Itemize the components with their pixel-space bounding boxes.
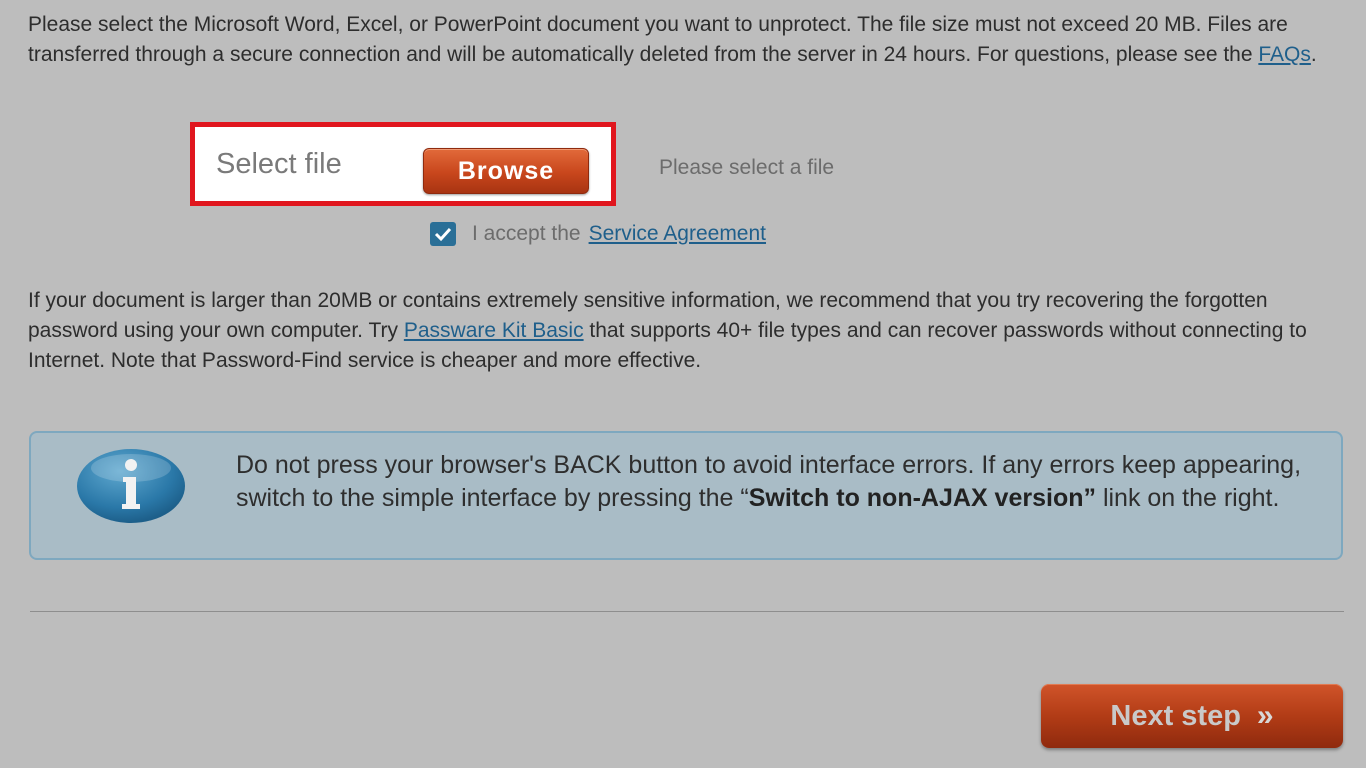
non-ajax-version-emphasis: Switch to non-AJAX version” [748,484,1096,512]
intro-text: Please select the Microsoft Word, Excel,… [28,13,1288,66]
accept-checkbox[interactable] [430,222,456,246]
section-divider [30,611,1344,612]
faqs-link[interactable]: FAQs [1258,43,1311,66]
double-chevron-right-icon: » [1256,699,1274,732]
info-text-end: link on the right. [1096,484,1280,512]
checkmark-icon [434,227,452,242]
next-step-button[interactable]: Next step » [1041,684,1343,748]
intro-paragraph: Please select the Microsoft Word, Excel,… [28,10,1328,70]
accept-text: I accept the [472,222,581,245]
agreement-row: I accept the Service Agreement [430,222,766,246]
browse-button[interactable]: Browse [423,148,589,194]
next-step-label: Next step [1110,699,1241,732]
intro-text-end: . [1310,43,1317,66]
select-file-label: Select file [216,148,342,180]
recommendation-paragraph: If your document is larger than 20MB or … [28,286,1338,376]
service-agreement-link[interactable]: Service Agreement [589,222,766,246]
file-status-text: Please select a file [659,156,835,179]
passware-kit-basic-link[interactable]: Passware Kit Basic [404,319,584,342]
info-icon [77,449,185,523]
info-notice-text: Do not press your browser's BACK button … [236,449,1316,515]
